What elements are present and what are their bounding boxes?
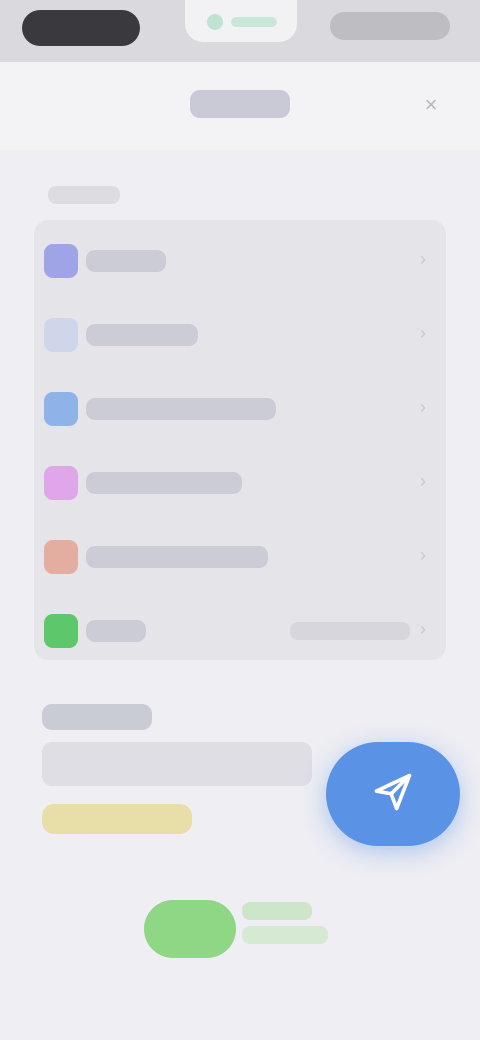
close-icon[interactable]: × bbox=[418, 92, 444, 118]
row-icon bbox=[44, 540, 78, 574]
status-icons bbox=[330, 12, 450, 40]
row-label bbox=[86, 472, 242, 494]
notice-body bbox=[42, 742, 312, 786]
page-title bbox=[190, 90, 290, 118]
logo-mark bbox=[144, 900, 236, 958]
chevron-right-icon: › bbox=[420, 249, 426, 269]
brand-logo bbox=[138, 892, 342, 962]
notice-panel bbox=[34, 690, 334, 850]
row-value bbox=[290, 622, 410, 640]
send-button[interactable] bbox=[326, 742, 460, 846]
row-label bbox=[86, 620, 146, 642]
row-icon bbox=[44, 244, 78, 278]
settings-row[interactable]: › bbox=[34, 518, 446, 592]
notice-title bbox=[42, 704, 152, 730]
navigation-bar: × bbox=[0, 62, 480, 150]
indicator-dot bbox=[207, 14, 223, 30]
row-icon bbox=[44, 318, 78, 352]
brand-name bbox=[242, 902, 312, 920]
chevron-right-icon: › bbox=[420, 323, 426, 343]
settings-row[interactable]: › bbox=[34, 370, 446, 444]
row-icon bbox=[44, 466, 78, 500]
notice-link[interactable] bbox=[42, 804, 192, 834]
row-label bbox=[86, 546, 268, 568]
row-label bbox=[86, 250, 166, 272]
settings-row[interactable]: › bbox=[34, 296, 446, 370]
settings-row[interactable]: › bbox=[34, 592, 446, 666]
brand-subtitle bbox=[242, 926, 328, 944]
send-icon bbox=[371, 770, 415, 819]
row-label bbox=[86, 398, 276, 420]
status-bar bbox=[0, 0, 480, 62]
row-icon bbox=[44, 392, 78, 426]
status-time bbox=[22, 10, 140, 46]
row-label bbox=[86, 324, 198, 346]
row-icon bbox=[44, 614, 78, 648]
settings-list: › › › › › › bbox=[34, 220, 446, 660]
chevron-right-icon: › bbox=[420, 545, 426, 565]
section-header bbox=[48, 186, 120, 204]
chevron-right-icon: › bbox=[420, 397, 426, 417]
settings-row[interactable]: › bbox=[34, 222, 446, 296]
indicator-text bbox=[231, 17, 277, 27]
settings-row[interactable]: › bbox=[34, 444, 446, 518]
chevron-right-icon: › bbox=[420, 471, 426, 491]
status-indicator bbox=[185, 0, 297, 42]
chevron-right-icon: › bbox=[420, 619, 426, 639]
